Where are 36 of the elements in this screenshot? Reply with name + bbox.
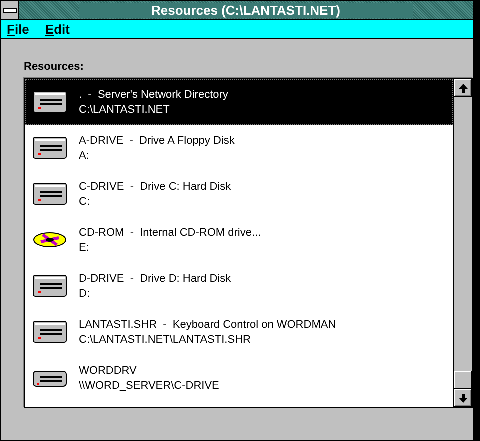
resource-item[interactable]: LANTASTI.SHR - Keyboard Control on WORDMAN C:\LANTASTI.NET\LANTASTI.SHR bbox=[25, 309, 453, 355]
menu-item[interactable]: File bbox=[7, 22, 30, 36]
resource-item[interactable]: . - Server's Network Directory C:\LANTASTI.NET bbox=[25, 79, 453, 125]
disk-drive-icon bbox=[33, 319, 67, 345]
scroll-up-button[interactable] bbox=[454, 79, 472, 97]
disk-drive-icon bbox=[33, 273, 67, 299]
menu-item[interactable]: Edit bbox=[45, 22, 70, 36]
resource-name: . - Server's Network Directory bbox=[79, 88, 228, 100]
resource-item[interactable]: WORDDRV \\WORD_SERVER\C-DRIVE bbox=[25, 355, 453, 401]
resource-name: C-DRIVE - Drive C: Hard Disk bbox=[79, 180, 232, 192]
resource-name: LANTASTI.SHR - Keyboard Control on WORDMAN bbox=[79, 318, 336, 330]
resource-path: \\WORD_SERVER\C-DRIVE bbox=[79, 380, 220, 392]
window-title: Resources (C:\LANTASTI.NET) bbox=[79, 2, 413, 18]
system-menu-button[interactable] bbox=[1, 1, 19, 19]
resource-path: C:\LANTASTI.NET bbox=[79, 104, 171, 116]
resource-item[interactable]: A-DRIVE - Drive A Floppy Disk A: bbox=[25, 125, 453, 171]
resource-path: D: bbox=[79, 288, 91, 300]
resource-name: WORDDRV bbox=[79, 364, 138, 376]
resource-path: C: bbox=[79, 196, 91, 208]
resource-item[interactable]: D-DRIVE - Drive D: Hard Disk D: bbox=[25, 263, 453, 309]
scroll-thumb[interactable] bbox=[454, 371, 472, 389]
scroll-down-button[interactable] bbox=[454, 389, 472, 407]
resource-name: CD-ROM - Internal CD-ROM drive... bbox=[79, 226, 262, 238]
resource-item[interactable]: CD-ROM - Internal CD-ROM drive... E: bbox=[25, 217, 453, 263]
resource-name: D-DRIVE - Drive D: Hard Disk bbox=[79, 272, 232, 284]
up-arrow-icon bbox=[458, 84, 468, 92]
disk-drive-icon bbox=[33, 89, 67, 115]
disk-drive-icon bbox=[33, 181, 67, 207]
resource-item[interactable]: C-DRIVE - Drive C: Hard Disk C: bbox=[25, 171, 453, 217]
down-arrow-icon bbox=[458, 394, 468, 402]
resource-path: C:\LANTASTI.NET\LANTASTI.SHR bbox=[79, 334, 252, 346]
resource-path: A: bbox=[79, 150, 90, 162]
disk-drive-icon bbox=[33, 135, 67, 161]
list-label: Resources: bbox=[24, 61, 85, 73]
resource-path: E: bbox=[79, 242, 90, 254]
resource-name: A-DRIVE - Drive A Floppy Disk bbox=[79, 134, 235, 146]
